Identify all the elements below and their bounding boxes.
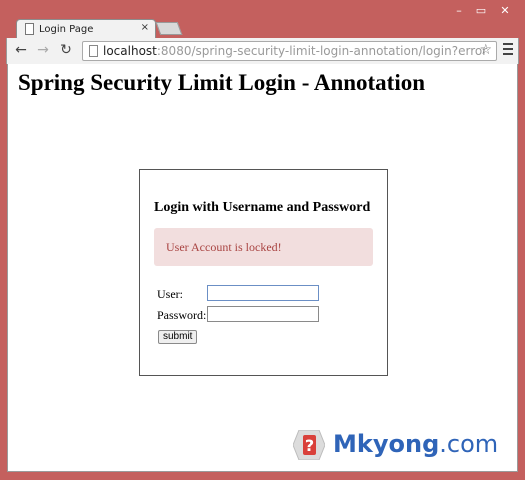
browser-toolbar: ← → ↻ localhost:8080/spring-security-lim… xyxy=(6,38,519,64)
watermark: ? Mkyong.com xyxy=(293,428,513,464)
watermark-suffix: .com xyxy=(439,430,499,458)
login-box: Login with Username and Password User Ac… xyxy=(139,169,388,376)
new-tab-button[interactable] xyxy=(155,22,183,35)
url-host: localhost xyxy=(103,44,157,58)
watermark-text: Mkyong.com xyxy=(333,430,498,458)
back-icon[interactable]: ← xyxy=(13,42,29,58)
watermark-brand: Mkyong xyxy=(333,430,440,458)
url-text: localhost:8080/spring-security-limit-log… xyxy=(103,44,487,58)
maximize-button[interactable]: ▭ xyxy=(470,4,492,18)
address-bar[interactable]: localhost:8080/spring-security-limit-log… xyxy=(82,41,497,61)
mkyong-logo-icon: ? xyxy=(293,430,325,460)
url-path: :8080/spring-security-limit-login-annota… xyxy=(156,44,488,58)
logo-glyph: ? xyxy=(305,436,314,455)
close-window-button[interactable]: ✕ xyxy=(494,4,516,18)
password-label: Password: xyxy=(157,308,207,322)
login-heading: Login with Username and Password xyxy=(154,200,371,215)
tab-close-icon[interactable]: × xyxy=(141,22,149,33)
tab-title: Login Page xyxy=(39,24,94,35)
forward-icon[interactable]: → xyxy=(35,42,51,58)
bookmark-star-icon[interactable]: ☆ xyxy=(479,42,492,58)
menu-icon[interactable] xyxy=(503,43,513,57)
minimize-button[interactable]: – xyxy=(448,4,470,18)
password-input[interactable] xyxy=(207,306,319,322)
error-message: User Account is locked! xyxy=(166,240,282,254)
reload-icon[interactable]: ↻ xyxy=(58,42,74,58)
browser-tab[interactable]: Login Page × xyxy=(16,19,156,39)
submit-button[interactable]: submit xyxy=(158,330,198,344)
user-label: User: xyxy=(157,287,183,301)
username-input[interactable] xyxy=(207,285,319,301)
page-title: Spring Security Limit Login - Annotation xyxy=(18,70,426,95)
page-icon xyxy=(89,45,98,57)
page-icon xyxy=(25,23,34,35)
browser-window: – ▭ ✕ Login Page × ← → ↻ localhost:8080/… xyxy=(0,0,525,480)
error-alert: User Account is locked! xyxy=(154,228,373,266)
page-content: Spring Security Limit Login - Annotation… xyxy=(7,64,518,472)
